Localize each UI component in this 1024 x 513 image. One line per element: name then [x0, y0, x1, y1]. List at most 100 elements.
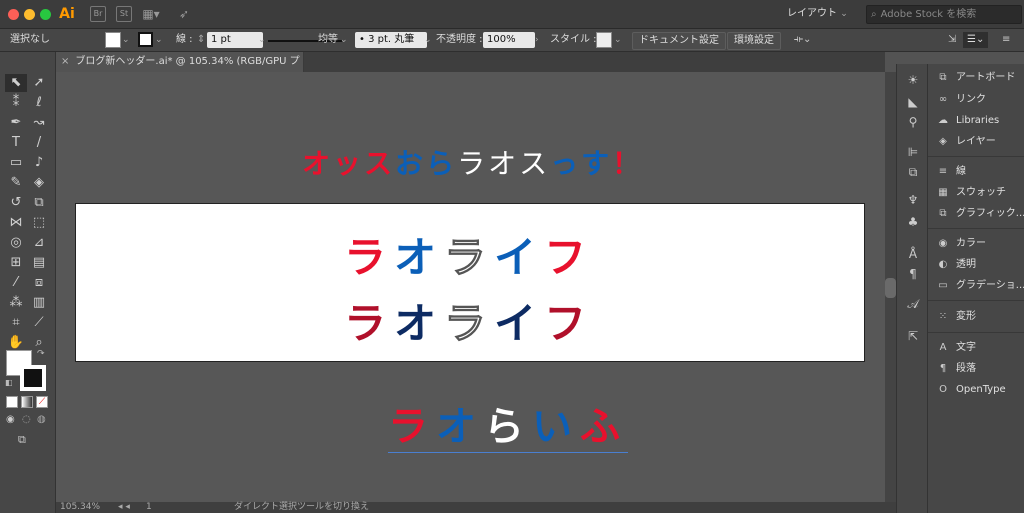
blend-tool-icon[interactable]: ⧈: [28, 274, 50, 292]
panel-opentype[interactable]: O OpenType: [936, 380, 1024, 400]
panel-color[interactable]: ◉ カラー: [936, 234, 1024, 254]
artboard[interactable]: ラオライフ ラオライフ: [75, 203, 865, 362]
panel-character[interactable]: A 文字: [936, 338, 1024, 358]
rotate-tool-icon[interactable]: ↺: [5, 194, 27, 212]
more-options-icon[interactable]: ≡: [1002, 32, 1010, 48]
draw-behind-icon[interactable]: ◌: [22, 414, 31, 425]
stroke-profile[interactable]: 均等: [318, 32, 338, 48]
slice-tool-icon[interactable]: ⟋: [28, 314, 50, 332]
rectangle-tool-icon[interactable]: ▭: [5, 154, 27, 172]
swap-colors-icon[interactable]: ↷: [37, 349, 45, 359]
pen-tool-icon[interactable]: ✒: [5, 114, 27, 132]
panel-libraries[interactable]: ☁ Libraries: [936, 111, 1024, 131]
stock-icon[interactable]: St: [116, 6, 132, 22]
perspective-grid-tool-icon[interactable]: ⊿: [28, 234, 50, 252]
draw-inside-icon[interactable]: ◍: [37, 414, 46, 425]
scale-tool-icon[interactable]: ⧉: [28, 194, 50, 212]
panel-transparency[interactable]: ◐ 透明: [936, 255, 1024, 275]
free-transform-tool-icon[interactable]: ⬚: [28, 214, 50, 232]
stock-search-input[interactable]: ⌕ Adobe Stock を検索: [866, 5, 1022, 24]
preferences-button[interactable]: 環境設定: [727, 32, 781, 50]
stroke-stepper-icon[interactable]: ⇕: [197, 32, 205, 48]
pathfinder-icon[interactable]: ⧉: [905, 164, 921, 180]
hiragana-logo[interactable]: ラオらいふ: [388, 394, 628, 453]
brush-definition[interactable]: • 3 pt. 丸筆: [355, 32, 427, 48]
graphic-style-swatch[interactable]: [596, 32, 612, 48]
align-icon[interactable]: ⊫: [905, 144, 921, 160]
symbol-sprayer-tool-icon[interactable]: ⁂: [5, 294, 27, 312]
lasso-tool-icon[interactable]: ℓ: [28, 94, 50, 112]
line-tool-icon[interactable]: /: [28, 134, 50, 152]
character-styles-icon[interactable]: Å: [905, 246, 921, 262]
document-settings-button[interactable]: ドキュメント設定: [632, 32, 726, 50]
logo-row-1[interactable]: ラオライフ: [344, 224, 594, 285]
document-tab[interactable]: ×ブログ新ヘッダー.ai* @ 105.34% (RGB/GPU プレビュー): [55, 52, 304, 87]
eraser-tool-icon[interactable]: ◈: [28, 174, 50, 192]
width-tool-icon[interactable]: ⋈: [5, 214, 27, 232]
mesh-tool-icon[interactable]: ⊞: [5, 254, 27, 272]
default-colors-icon[interactable]: ◧: [5, 378, 13, 387]
glyphs-icon[interactable]: 𝒜: [905, 296, 921, 312]
paragraph-styles-icon[interactable]: ¶: [905, 266, 921, 282]
none-mode-icon[interactable]: ⟋: [36, 396, 48, 408]
headline-text[interactable]: オッスおらラオスっす！: [302, 142, 643, 182]
panel-menu-icon[interactable]: ☰⌄: [963, 32, 989, 48]
shaper-tool-icon[interactable]: ✎: [5, 174, 27, 192]
stroke-swatch[interactable]: [138, 32, 153, 47]
stroke-color-box[interactable]: [20, 365, 46, 391]
brush-dropdown-icon[interactable]: ⌄: [424, 32, 432, 48]
panel-artboards[interactable]: ⧉ アートボード: [936, 68, 1024, 88]
type-tool-icon[interactable]: T: [5, 134, 27, 152]
export-icon[interactable]: ⇱: [905, 328, 921, 344]
panel-links[interactable]: ∞ リンク: [936, 90, 1024, 110]
brushes-icon[interactable]: ♆: [905, 192, 921, 208]
fill-dropdown-icon[interactable]: ⌄: [122, 32, 130, 48]
draw-normal-icon[interactable]: ◉: [6, 414, 15, 425]
align-options-icon[interactable]: ⟛⌄: [794, 32, 811, 48]
bridge-icon[interactable]: Br: [90, 6, 106, 22]
zoom-window-button[interactable]: [40, 9, 51, 20]
selection-tool-icon[interactable]: ⬉: [5, 74, 27, 92]
panel-graphic-styles[interactable]: ⧉ グラフィック...: [936, 204, 1024, 224]
color-mode-icon[interactable]: [6, 396, 18, 408]
eyedropper-tool-icon[interactable]: ⁄: [5, 274, 27, 292]
minimize-window-button[interactable]: [24, 9, 35, 20]
opacity-arrow-icon[interactable]: ›: [535, 32, 539, 48]
symbols-icon[interactable]: ♣: [905, 214, 921, 230]
profile-dropdown-icon[interactable]: ⌄: [340, 32, 348, 48]
send-icon[interactable]: ➶: [176, 6, 192, 22]
panel-swatches[interactable]: ▦ スウォッチ: [936, 183, 1024, 203]
curvature-tool-icon[interactable]: ↝: [28, 114, 50, 132]
gradient-mode-icon[interactable]: [21, 396, 33, 408]
workspace-switcher[interactable]: レイアウト ⌄: [787, 6, 857, 22]
stroke-weight-field[interactable]: 1 pt: [207, 32, 263, 48]
brightness-icon[interactable]: ☀: [905, 72, 921, 88]
zoom-level[interactable]: 105.34%: [60, 502, 100, 513]
panel-layers[interactable]: ◈ レイヤー: [936, 132, 1024, 152]
panel-paragraph[interactable]: ¶ 段落: [936, 359, 1024, 379]
direct-selection-tool-icon[interactable]: ➚: [28, 74, 50, 92]
artboard-nav-icon[interactable]: ◂ ◂: [118, 502, 130, 513]
close-window-button[interactable]: [8, 9, 19, 20]
panel-gradient[interactable]: ▭ グラデーショ...: [936, 276, 1024, 296]
panel-transform[interactable]: ⁙ 変形: [936, 307, 1024, 327]
arrange-panels-icon[interactable]: ⇲: [948, 32, 956, 48]
asset-export-icon[interactable]: ⚲: [905, 114, 921, 130]
gradient-tool-icon[interactable]: ▤: [28, 254, 50, 272]
artboard-number[interactable]: 1: [146, 502, 152, 513]
appearance-icon[interactable]: ◣: [905, 94, 921, 110]
vertical-scroll-thumb[interactable]: [885, 278, 896, 298]
magic-wand-tool-icon[interactable]: ⁑: [5, 94, 27, 112]
shape-builder-tool-icon[interactable]: ◎: [5, 234, 27, 252]
paintbrush-tool-icon[interactable]: ♪: [28, 154, 50, 172]
screen-mode-icon[interactable]: ⧉: [18, 433, 26, 447]
stroke-weight-dropdown-icon[interactable]: ⌄: [258, 32, 266, 48]
artboard-tool-icon[interactable]: ⌗: [5, 314, 27, 332]
arrange-documents-icon[interactable]: ▦▾: [140, 6, 162, 22]
close-tab-icon[interactable]: ×: [55, 56, 75, 67]
stroke-dropdown-icon[interactable]: ⌄: [155, 32, 163, 48]
column-graph-tool-icon[interactable]: ▥: [28, 294, 50, 312]
fill-swatch[interactable]: [105, 32, 121, 48]
opacity-field[interactable]: 100%: [483, 32, 535, 48]
logo-row-2[interactable]: ラオライフ: [344, 290, 594, 351]
